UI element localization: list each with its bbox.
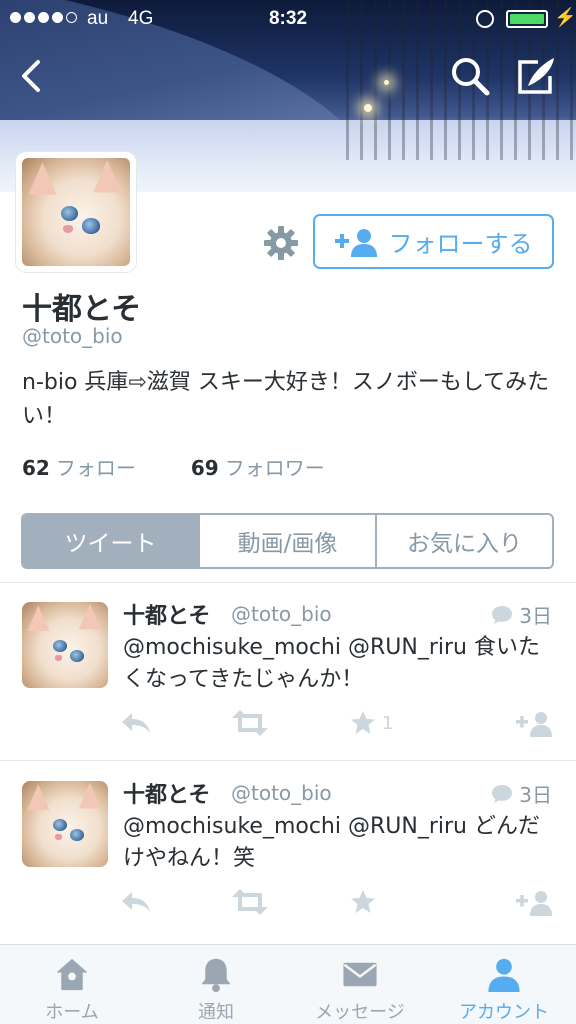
favorite-count: 1 bbox=[382, 712, 394, 734]
bottom-tab-bar: ホーム 通知 メッセージ アカウント bbox=[0, 944, 576, 1024]
reply-bubble-icon bbox=[492, 605, 513, 624]
tweet-author-handle: @toto_bio bbox=[231, 602, 332, 626]
charging-icon: ⚡ bbox=[554, 7, 576, 27]
profile-avatar[interactable] bbox=[16, 152, 136, 272]
tweet-text: @mochisuke_mochi @RUN_riru 食いたくなってきたじゃんか… bbox=[123, 635, 540, 692]
favorite-star-icon[interactable] bbox=[350, 887, 376, 917]
retweet-icon[interactable] bbox=[232, 708, 268, 738]
tab-messages-label: メッセージ bbox=[315, 1002, 405, 1023]
tweet-time: 3日 bbox=[519, 783, 552, 807]
tab-account-label: アカウント bbox=[459, 1002, 549, 1023]
envelope-icon bbox=[343, 962, 377, 987]
tweet-author-name: 十都とそ bbox=[123, 783, 211, 808]
tweet-avatar[interactable] bbox=[22, 602, 108, 688]
tweet-meta: 3日 bbox=[491, 600, 552, 629]
tweet-author-handle: @toto_bio bbox=[231, 781, 332, 805]
tab-messages[interactable]: メッセージ bbox=[288, 945, 432, 1024]
compose-icon[interactable] bbox=[514, 54, 558, 98]
bell-icon bbox=[201, 958, 231, 993]
profile-handle: @toto_bio bbox=[22, 324, 123, 348]
segment-media[interactable]: 動画/画像 bbox=[198, 515, 375, 567]
following-count-link[interactable]: 62 フォロー bbox=[22, 452, 136, 481]
person-icon bbox=[488, 958, 520, 993]
tweet-meta: 3日 bbox=[491, 779, 552, 808]
reply-icon[interactable] bbox=[120, 708, 152, 738]
tab-account[interactable]: アカウント bbox=[432, 945, 576, 1024]
follow-user-icon[interactable] bbox=[516, 708, 554, 738]
followers-count: 69 bbox=[190, 456, 219, 480]
settings-gear-icon[interactable] bbox=[262, 224, 300, 262]
add-user-icon bbox=[334, 228, 377, 257]
tweet-text: @mochisuke_mochi @RUN_riru どんだけやねん！笑 bbox=[123, 814, 540, 871]
search-icon[interactable] bbox=[448, 54, 492, 98]
back-icon[interactable] bbox=[12, 54, 52, 98]
retweet-icon[interactable] bbox=[232, 887, 268, 917]
segment-tweets[interactable]: ツイート bbox=[23, 515, 198, 567]
follow-counts: 62 フォロー 69 フォロワー bbox=[22, 452, 380, 481]
following-label: フォロー bbox=[55, 456, 136, 480]
tweet-item[interactable]: 十都とそ @toto_bio 3日 @mochisuke_mochi @RUN_… bbox=[0, 582, 576, 760]
tab-home-label: ホーム bbox=[45, 1002, 99, 1023]
rotation-lock-icon bbox=[476, 10, 494, 28]
profile-display-name: 十都とそ bbox=[22, 292, 142, 327]
favorite-star-icon[interactable]: 1 bbox=[350, 708, 393, 738]
home-icon bbox=[56, 958, 88, 991]
tab-home[interactable]: ホーム bbox=[0, 945, 144, 1024]
follow-button-label: フォローする bbox=[388, 230, 533, 258]
tab-notifications[interactable]: 通知 bbox=[144, 945, 288, 1024]
tweet-author-name: 十都とそ bbox=[123, 604, 211, 629]
following-count: 62 bbox=[22, 456, 50, 480]
tweet-actions bbox=[120, 887, 560, 921]
battery-icon bbox=[506, 10, 548, 28]
kitten-avatar-image bbox=[22, 158, 130, 266]
reply-icon[interactable] bbox=[120, 887, 152, 917]
follow-button[interactable]: フォローする bbox=[313, 214, 554, 269]
followers-label: フォロワー bbox=[224, 456, 325, 480]
segment-favorites[interactable]: お気に入り bbox=[375, 515, 552, 567]
tweet-actions: 1 bbox=[120, 708, 560, 742]
tweet-item[interactable]: 十都とそ @toto_bio 3日 @mochisuke_mochi @RUN_… bbox=[0, 761, 576, 939]
tab-notifications-label: 通知 bbox=[198, 1002, 234, 1023]
kitten-avatar-image bbox=[22, 781, 108, 867]
reply-bubble-icon bbox=[492, 784, 513, 803]
kitten-avatar-image bbox=[22, 602, 108, 688]
followers-count-link[interactable]: 69 フォロワー bbox=[191, 452, 325, 481]
status-bar: au 4G 8:32 ⚡ bbox=[0, 0, 576, 38]
tweet-time: 3日 bbox=[519, 604, 552, 628]
follow-user-icon[interactable] bbox=[516, 887, 554, 917]
profile-bio: n-bio 兵庫⇨滋賀 スキー大好き！スノボーもしてみたい！ bbox=[22, 370, 550, 429]
profile-segmented-control: ツイート 動画/画像 お気に入り bbox=[21, 513, 554, 569]
tweet-avatar[interactable] bbox=[22, 781, 108, 867]
